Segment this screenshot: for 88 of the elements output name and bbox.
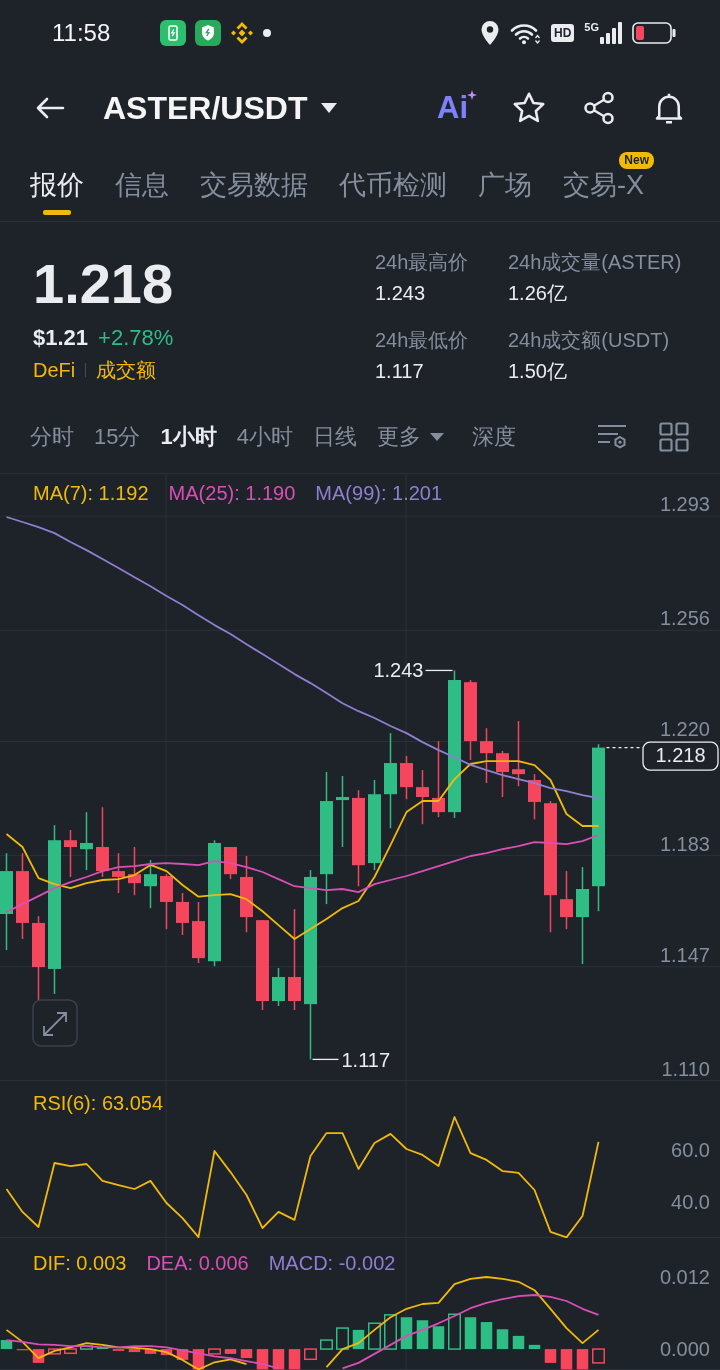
- sparkle-icon: [467, 90, 477, 100]
- clock-time: 11:58: [52, 19, 111, 47]
- app-icon: [160, 20, 187, 46]
- legend-label: DEA: 0.006: [146, 1251, 249, 1275]
- candle: [176, 892, 189, 936]
- interval-tab[interactable]: 分时: [30, 418, 74, 455]
- back-arrow-icon[interactable]: [35, 96, 65, 120]
- stat-value: 1.50亿: [508, 359, 568, 384]
- usd-price: $1.21: [33, 324, 89, 352]
- stat-label: 24h最低价: [375, 328, 470, 353]
- price-line: [605, 747, 644, 749]
- axis-label: 1.220: [659, 718, 710, 741]
- interval-tab[interactable]: 1小时: [160, 418, 217, 455]
- candle: [496, 750, 509, 798]
- interval-tab[interactable]: 日线: [313, 418, 357, 455]
- legend-label: MA(99): 1.201: [315, 481, 443, 505]
- tab[interactable]: 广场: [478, 150, 532, 221]
- candle: [560, 870, 573, 930]
- candle: [416, 769, 429, 825]
- candle: [128, 846, 141, 896]
- candle: [528, 773, 541, 820]
- high-price-label: 1.243: [373, 659, 424, 682]
- axis-label: 1.183: [659, 832, 710, 855]
- candle: [160, 873, 173, 930]
- grid-icon[interactable]: [659, 421, 689, 452]
- last-price-tag: 1.218: [642, 741, 719, 771]
- stat-value: 1.243: [375, 281, 427, 306]
- caret-icon: [321, 103, 338, 113]
- ai-button[interactable]: Ai: [437, 90, 477, 126]
- axis-label: 0.012: [659, 1266, 710, 1288]
- legend-label: MACD: -0.002: [268, 1251, 396, 1275]
- category-link[interactable]: DeFi: [33, 356, 76, 384]
- wifi-icon: [509, 21, 541, 45]
- stat-label: 24h成交量(ASTER): [508, 250, 682, 275]
- axis-label: 1.293: [659, 493, 710, 516]
- stat-label: 24h成交额(USDT): [508, 328, 671, 353]
- candle: [144, 859, 157, 909]
- leader-line: [424, 669, 454, 672]
- legend-label: MA(25): 1.190: [168, 481, 296, 505]
- axis-label: 1.147: [659, 943, 710, 966]
- new-tag: New: [619, 152, 654, 169]
- price-change: +2.78%: [98, 324, 174, 352]
- legend-label: RSI(6): 63.054: [33, 1091, 164, 1115]
- candle: [192, 901, 205, 964]
- interval-tab[interactable]: 4小时: [236, 418, 293, 455]
- category-link[interactable]: 成交额: [96, 356, 157, 384]
- signal-icon: [600, 22, 622, 44]
- expand-icon[interactable]: [32, 999, 78, 1047]
- interval-tab[interactable]: 15分: [94, 418, 141, 455]
- battery-icon: [632, 22, 676, 44]
- low-price-label: 1.117: [341, 1049, 391, 1072]
- network-type-label: 5G: [584, 22, 599, 33]
- legend-label: DIF: 0.003: [33, 1251, 127, 1275]
- stat-value: 1.26亿: [508, 281, 568, 306]
- candle: [512, 720, 525, 787]
- location-icon: [479, 20, 500, 46]
- candle: [96, 806, 109, 878]
- interval-tab[interactable]: 更多: [377, 418, 444, 455]
- stat-value: 1.117: [375, 359, 425, 384]
- axis-label: 40.0: [671, 1191, 710, 1213]
- tab[interactable]: 信息: [115, 150, 169, 221]
- caret-icon: [430, 432, 444, 441]
- candle: [224, 846, 237, 880]
- tab[interactable]: 代币检测: [339, 150, 447, 221]
- tab[interactable]: 报价: [30, 150, 84, 221]
- interval-tab[interactable]: 深度: [472, 418, 516, 455]
- axis-label: 0.000: [659, 1338, 710, 1361]
- legend-label: MA(7): 1.192: [33, 481, 149, 505]
- candle: [400, 755, 413, 800]
- stat-label: 24h最高价: [375, 250, 470, 275]
- diamond-logo-icon: [230, 21, 255, 45]
- pair-selector[interactable]: ASTER/USDT: [103, 89, 338, 127]
- last-price: 1.218: [33, 252, 175, 316]
- leader-line: [311, 1058, 340, 1061]
- axis-label: 60.0: [671, 1139, 710, 1161]
- candle: [272, 967, 285, 1007]
- notification-dot-icon: [263, 29, 272, 37]
- tab[interactable]: 交易数据: [200, 150, 308, 221]
- shield-app-icon: [195, 20, 222, 46]
- candle: [80, 811, 93, 871]
- candle: [112, 852, 125, 894]
- axis-label: 1.110: [661, 1058, 710, 1080]
- chart-settings-icon[interactable]: [597, 423, 627, 450]
- candle: [480, 727, 493, 784]
- share-icon[interactable]: [581, 90, 617, 126]
- hd-indicator: HD: [550, 24, 575, 42]
- candle: [64, 829, 77, 878]
- axis-label: 1.256: [659, 607, 710, 630]
